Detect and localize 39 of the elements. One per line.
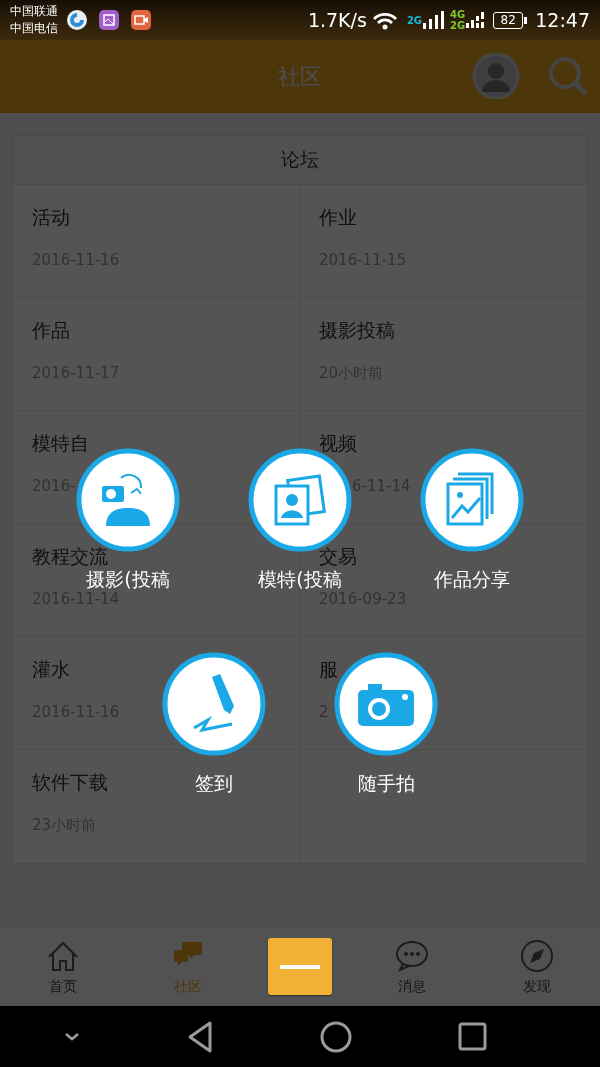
board-name[interactable]: 软件下载 [32,772,108,792]
network-type: 4G [450,9,466,20]
pen-signature-icon[interactable] [162,652,266,756]
board-name[interactable]: 服 [319,659,338,679]
tab-label[interactable]: 消息 [398,977,427,996]
signal-icon [422,9,447,31]
network-type: 2G [450,20,466,31]
board-name[interactable]: 摄影投稿 [319,320,395,340]
menu-item-label[interactable]: 签到 [195,772,233,794]
network-speed: 1.7K/s [307,9,367,31]
board-name[interactable]: 灌水 [32,659,70,679]
recent-apps-icon[interactable] [456,1021,488,1052]
menu-item-label[interactable]: 摄影(投稿 [86,568,170,590]
page-title: 社区 [278,62,322,91]
board-name[interactable]: 作品 [32,320,70,340]
board-name[interactable]: 视频 [319,433,357,453]
board-name[interactable]: 交易 [319,546,357,566]
gallery-app-icon [98,9,120,31]
picture-chart-icon[interactable] [420,448,524,552]
home-circle-icon[interactable] [318,1019,353,1054]
battery-level: 82 [493,11,524,29]
board-name[interactable]: 模特自 [32,433,89,453]
board-name[interactable]: 作业 [319,207,357,227]
menu-item-label[interactable]: 随手拍 [357,772,415,794]
tab-label[interactable]: 首页 [48,977,77,996]
clock: 12:47 [535,9,590,31]
menu-item-label[interactable]: 模特(投稿 [258,568,342,590]
tab-label[interactable]: 社区 [173,977,202,996]
board-name[interactable]: 活动 [32,207,70,227]
carrier-name: 中国电信 [10,20,58,37]
tab-label[interactable]: 发现 [523,977,552,996]
browser-app-icon [66,9,88,31]
menu-item-label[interactable]: 作品分享 [434,568,510,590]
signal-icon [465,9,486,31]
carrier-name: 中国联通 [10,3,58,20]
board-name[interactable]: 教程交流 [32,546,108,566]
forum-title: 论坛 [13,136,587,185]
network-type: 2G [406,14,423,26]
video-app-icon [130,9,152,31]
